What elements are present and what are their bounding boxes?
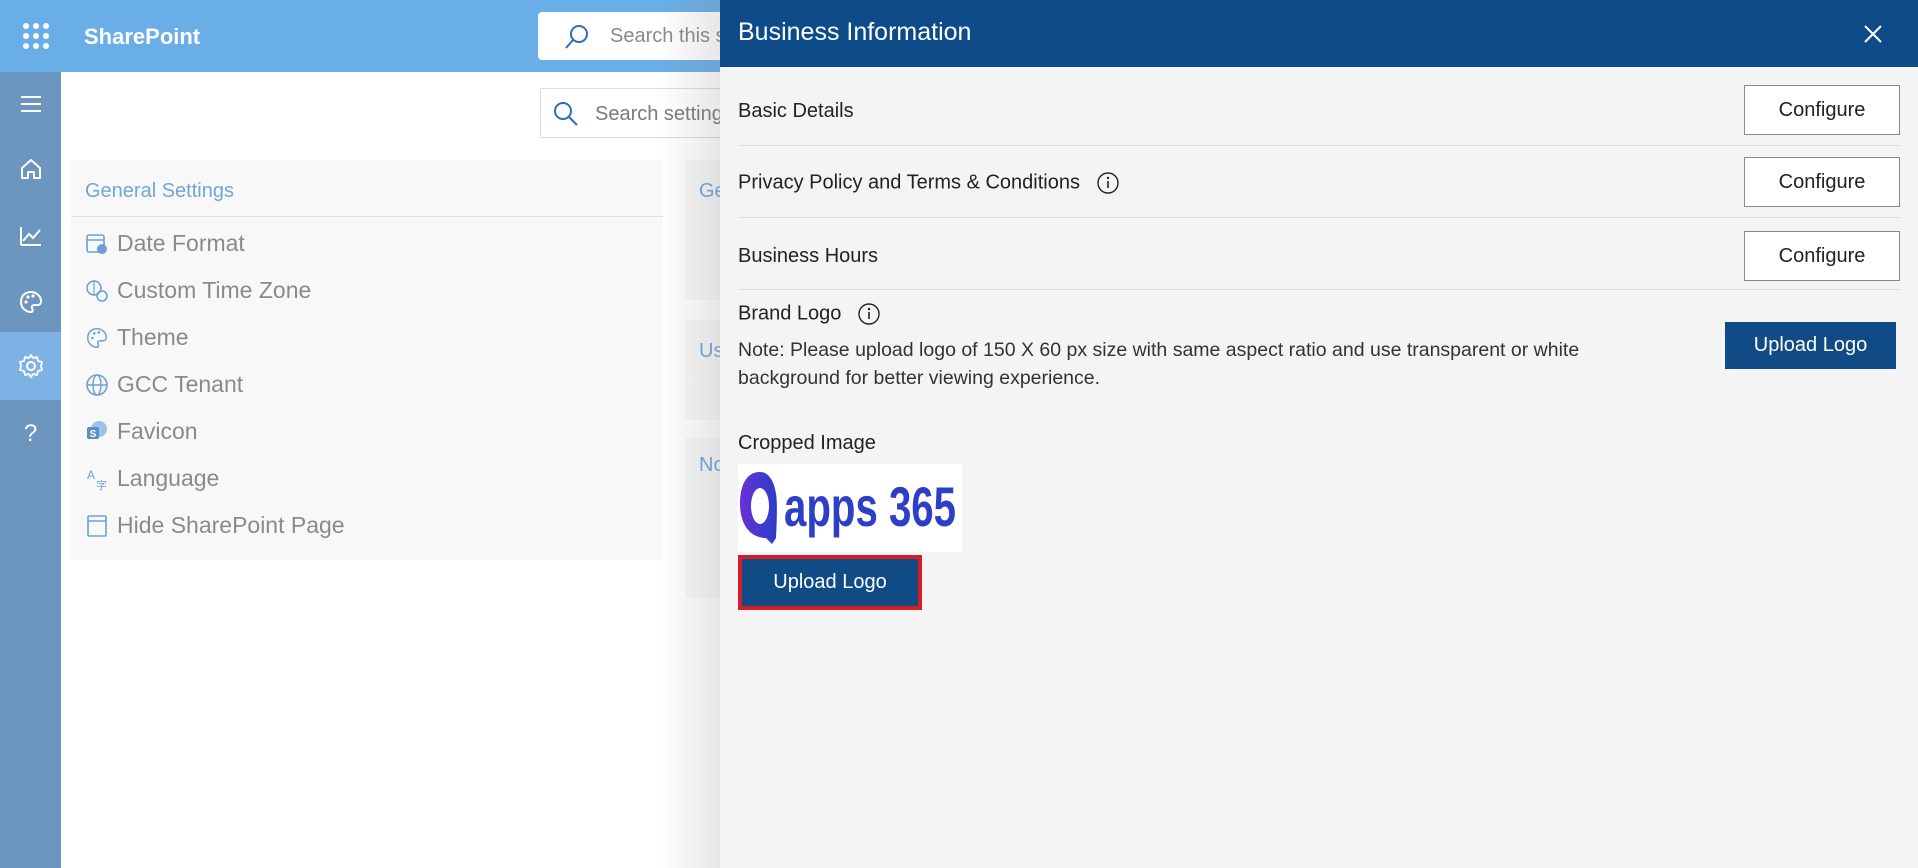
sharepoint-icon: S <box>87 420 107 440</box>
info-icon[interactable] <box>1096 171 1120 195</box>
general-settings-title: General Settings <box>85 180 234 202</box>
setting-gcc-tenant[interactable]: GCC Tenant <box>85 371 243 398</box>
logo-text: apps 365 <box>784 475 956 538</box>
panel-title: Business Information <box>738 18 972 46</box>
globe-clock-icon <box>86 279 108 302</box>
row-label-wrap: Privacy Policy and Terms & Conditions <box>738 171 1120 195</box>
brand-logo-label-wrap: Brand Logo <box>738 302 881 326</box>
left-nav-rail: ? <box>0 72 61 868</box>
panel-shadow <box>660 0 720 868</box>
analytics-icon[interactable] <box>0 204 61 268</box>
row-label: Basic Details <box>738 100 854 122</box>
configure-business-hours-button[interactable]: Configure <box>1744 231 1900 281</box>
app-title[interactable]: SharePoint <box>84 24 200 50</box>
svg-text:字: 字 <box>96 478 107 491</box>
divider <box>71 216 663 217</box>
setting-favicon[interactable]: S Favicon <box>85 418 198 445</box>
palette-icon <box>87 327 107 348</box>
panel-header: Business Information <box>720 0 1918 67</box>
setting-language[interactable]: A字 Language <box>85 465 219 492</box>
setting-label: Date Format <box>117 230 245 256</box>
cropped-logo-image: apps 365 <box>738 464 962 552</box>
business-information-panel: Business Information Basic Details Confi… <box>720 0 1918 868</box>
setting-label: GCC Tenant <box>117 371 244 397</box>
configure-privacy-policy-button[interactable]: Configure <box>1744 157 1900 207</box>
row-label: Business Hours <box>738 245 879 267</box>
setting-label: Language <box>117 465 220 491</box>
help-icon[interactable]: ? <box>0 402 61 466</box>
setting-label: Hide SharePoint Page <box>117 512 345 538</box>
home-icon[interactable] <box>0 137 61 201</box>
cropped-image-label: Cropped Image <box>738 432 876 454</box>
general-settings-card: General Settings Date Format Custom Time… <box>71 160 663 560</box>
upload-logo-button-highlighted[interactable]: Upload Logo <box>738 555 922 610</box>
globe-icon <box>86 373 108 396</box>
calendar-clock-icon <box>86 233 107 254</box>
setting-theme[interactable]: Theme <box>85 324 189 351</box>
basic-details-row: Basic Details Configure <box>738 80 1900 146</box>
brand-logo-note: Note: Please upload logo of 150 X 60 px … <box>738 339 1580 389</box>
search-icon <box>565 25 588 49</box>
setting-label: Theme <box>117 324 189 350</box>
configure-basic-details-button[interactable]: Configure <box>1744 85 1900 135</box>
page-icon <box>87 514 107 537</box>
app-launcher-icon[interactable] <box>18 18 54 54</box>
hamburger-menu-icon[interactable] <box>0 72 61 136</box>
business-hours-row: Business Hours Configure <box>738 218 1900 290</box>
palette-icon[interactable] <box>0 270 61 334</box>
close-icon[interactable] <box>1858 19 1888 49</box>
setting-label: Favicon <box>117 418 198 444</box>
brand-logo-label: Brand Logo <box>738 302 842 325</box>
privacy-policy-row: Privacy Policy and Terms & Conditions Co… <box>738 146 1900 218</box>
setting-hide-sharepoint-page[interactable]: Hide SharePoint Page <box>85 512 345 539</box>
row-label: Privacy Policy and Terms & Conditions <box>738 171 1080 194</box>
translate-icon: A字 <box>87 468 107 491</box>
search-icon <box>554 102 578 126</box>
upload-logo-button[interactable]: Upload Logo <box>1725 322 1896 369</box>
svg-text:S: S <box>90 429 97 440</box>
setting-custom-time-zone[interactable]: Custom Time Zone <box>85 277 311 304</box>
svg-text:A: A <box>87 468 95 482</box>
settings-gear-icon[interactable] <box>0 332 61 400</box>
info-icon[interactable] <box>857 302 881 326</box>
setting-label: Custom Time Zone <box>117 277 312 303</box>
setting-date-format[interactable]: Date Format <box>85 230 245 257</box>
